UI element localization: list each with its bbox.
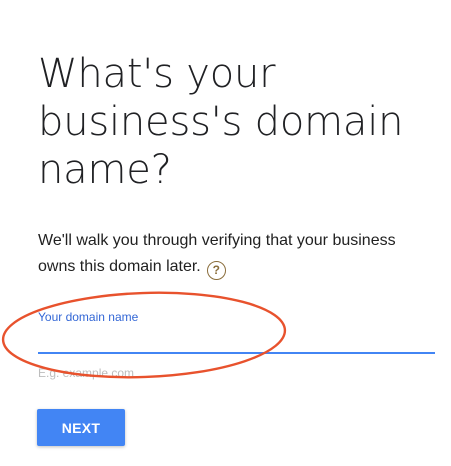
help-icon[interactable]: ? <box>206 261 226 280</box>
page-title: What's your business's domain name? <box>38 51 404 193</box>
domain-hint: E.g. example.com <box>38 366 135 380</box>
next-button[interactable]: NEXT <box>37 409 125 446</box>
description-text: We'll walk you through verifying that yo… <box>38 228 418 280</box>
domain-field: Your domain name <box>38 310 435 356</box>
domain-input[interactable] <box>38 330 435 354</box>
domain-setup-page: What's your business's domain name? We'l… <box>0 0 451 466</box>
domain-field-label: Your domain name <box>38 310 139 324</box>
